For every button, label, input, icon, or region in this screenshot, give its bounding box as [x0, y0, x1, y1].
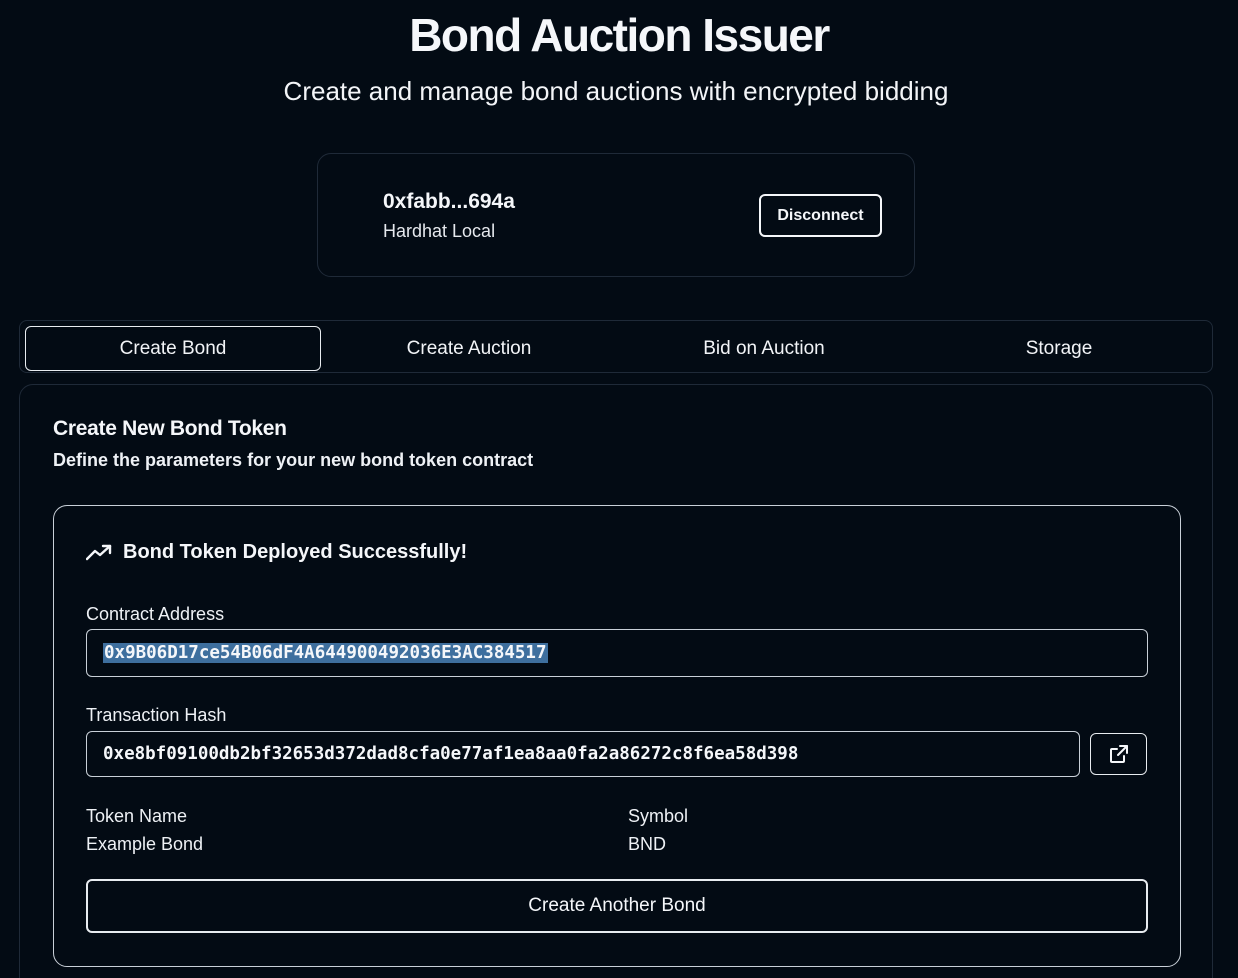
success-title: Bond Token Deployed Successfully!	[123, 541, 468, 563]
tab-create-auction[interactable]: Create Auction	[321, 326, 617, 371]
wallet-address: 0xfabb...694a	[383, 190, 515, 213]
tx-hash-label: Transaction Hash	[86, 705, 227, 725]
tab-storage[interactable]: Storage	[911, 326, 1207, 371]
external-link-icon	[1109, 745, 1128, 763]
contract-address-value: 0x9B06D17ce54B06dF4A644900492036E3AC3845…	[103, 643, 548, 663]
wallet-network: Hardhat Local	[383, 221, 496, 241]
tab-create-bond[interactable]: Create Bond	[25, 326, 321, 371]
symbol-label: Symbol	[628, 806, 689, 826]
token-name-label: Token Name	[86, 806, 188, 826]
open-explorer-button[interactable]	[1090, 733, 1147, 775]
trending-up-icon	[86, 544, 112, 561]
page-subtitle: Create and manage bond auctions with enc…	[283, 76, 949, 106]
page: Bond Auction Issuer Create and manage bo…	[0, 0, 1238, 978]
create-another-bond-button[interactable]: Create Another Bond	[86, 879, 1148, 933]
deployment-result: Bond Token Deployed Successfully! Contra…	[53, 505, 1181, 967]
token-name-value: Example Bond	[86, 834, 204, 854]
wallet-card: 0xfabb...694a Hardhat Local Disconnect	[317, 153, 915, 277]
tx-hash-field[interactable]: 0xe8bf09100db2bf32653d372dad8cfa0e77af1e…	[86, 731, 1080, 777]
tab-bid-on-auction[interactable]: Bid on Auction	[616, 326, 912, 371]
symbol-value: BND	[628, 834, 667, 854]
card-title: Create New Bond Token	[53, 417, 287, 440]
create-bond-card: Create New Bond Token Define the paramet…	[19, 384, 1213, 978]
tab-bar: Create Bond Create Auction Bid on Auctio…	[19, 320, 1213, 373]
tx-hash-value: 0xe8bf09100db2bf32653d372dad8cfa0e77af1e…	[103, 744, 799, 764]
page-title: Bond Auction Issuer	[409, 9, 830, 61]
card-description: Define the parameters for your new bond …	[53, 450, 534, 470]
contract-address-field[interactable]: 0x9B06D17ce54B06dF4A644900492036E3AC3845…	[86, 629, 1148, 677]
disconnect-button[interactable]: Disconnect	[759, 194, 882, 237]
contract-address-label: Contract Address	[86, 604, 225, 624]
